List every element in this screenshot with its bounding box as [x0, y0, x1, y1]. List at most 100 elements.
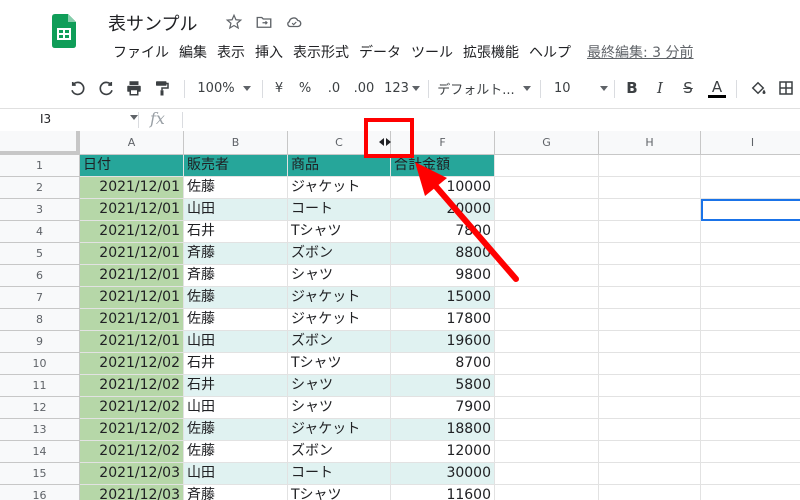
cell-empty[interactable] — [701, 177, 800, 199]
cell-empty[interactable] — [495, 155, 599, 177]
cell-seller[interactable]: 石井 — [184, 353, 288, 375]
row-header[interactable]: 12 — [0, 397, 80, 419]
name-box[interactable]: I3 — [40, 112, 51, 126]
row-header[interactable]: 2 — [0, 177, 80, 199]
redo-icon[interactable] — [94, 70, 118, 106]
cell-amount[interactable]: 15000 — [391, 287, 495, 309]
row-header[interactable]: 4 — [0, 221, 80, 243]
cell-date[interactable]: 2021/12/01 — [80, 243, 184, 265]
cell-date[interactable]: 2021/12/02 — [80, 441, 184, 463]
row-header[interactable]: 11 — [0, 375, 80, 397]
row-header[interactable]: 8 — [0, 309, 80, 331]
cell-empty[interactable] — [599, 485, 701, 500]
bold-button[interactable]: B — [622, 70, 642, 106]
cell-empty[interactable] — [599, 463, 701, 485]
selected-cell[interactable] — [701, 199, 800, 221]
cell-empty[interactable] — [599, 155, 701, 177]
cell-date[interactable]: 2021/12/02 — [80, 375, 184, 397]
menu-file[interactable]: ファイル — [108, 42, 174, 62]
menu-help[interactable]: ヘルプ — [524, 42, 576, 62]
cell-empty[interactable] — [599, 397, 701, 419]
row-header[interactable]: 13 — [0, 419, 80, 441]
zoom-select[interactable]: 100% — [192, 70, 256, 106]
cell-empty[interactable] — [495, 331, 599, 353]
cell-empty[interactable] — [599, 353, 701, 375]
font-size-select[interactable]: 10 — [548, 70, 608, 106]
cell-empty[interactable] — [701, 419, 800, 441]
cell-empty[interactable] — [495, 243, 599, 265]
cell-date[interactable]: 2021/12/01 — [80, 287, 184, 309]
text-color-button[interactable]: A — [706, 70, 728, 106]
cell-empty[interactable] — [701, 441, 800, 463]
cell-empty[interactable] — [495, 419, 599, 441]
cell-empty[interactable] — [701, 331, 800, 353]
cell-product[interactable]: ジャケット — [288, 287, 391, 309]
currency-format-button[interactable]: ¥ — [270, 70, 288, 106]
cell-product[interactable]: ジャケット — [288, 177, 391, 199]
cell-empty[interactable] — [701, 221, 800, 243]
cell-empty[interactable] — [495, 309, 599, 331]
cell-product[interactable]: コート — [288, 463, 391, 485]
document-title[interactable]: 表サンプル — [108, 10, 197, 36]
cell-amount[interactable]: 8700 — [391, 353, 495, 375]
cell-amount[interactable]: 5800 — [391, 375, 495, 397]
cell-date[interactable]: 日付 — [80, 155, 184, 177]
select-all-corner[interactable] — [0, 131, 80, 155]
row-header[interactable]: 3 — [0, 199, 80, 221]
column-header-b[interactable]: B — [184, 131, 288, 155]
more-formats-select[interactable]: 123 — [380, 70, 424, 106]
cell-seller[interactable]: 石井 — [184, 375, 288, 397]
cell-seller[interactable]: 斉藤 — [184, 243, 288, 265]
cell-seller[interactable]: 山田 — [184, 463, 288, 485]
sheets-logo-icon[interactable] — [52, 14, 76, 52]
fill-color-icon[interactable] — [746, 70, 770, 106]
cell-empty[interactable] — [701, 265, 800, 287]
cell-amount[interactable]: 10000 — [391, 177, 495, 199]
cell-empty[interactable] — [495, 397, 599, 419]
menu-tools[interactable]: ツール — [406, 42, 458, 62]
cell-empty[interactable] — [599, 419, 701, 441]
cell-product[interactable]: ズボン — [288, 331, 391, 353]
cell-empty[interactable] — [495, 221, 599, 243]
cell-empty[interactable] — [701, 353, 800, 375]
cell-empty[interactable] — [599, 265, 701, 287]
menu-extensions[interactable]: 拡張機能 — [458, 42, 524, 62]
cell-product[interactable]: シャツ — [288, 265, 391, 287]
cell-date[interactable]: 2021/12/01 — [80, 331, 184, 353]
cell-empty[interactable] — [495, 177, 599, 199]
cell-seller[interactable]: 販売者 — [184, 155, 288, 177]
move-to-folder-icon[interactable] — [254, 12, 274, 32]
row-header[interactable]: 15 — [0, 463, 80, 485]
decrease-decimal-button[interactable]: .0 — [322, 70, 346, 106]
cell-empty[interactable] — [599, 221, 701, 243]
cell-product[interactable]: シャツ — [288, 375, 391, 397]
spreadsheet-grid[interactable]: A B C F G H I 1 日付 販売者 商品 合計金額 2 2021/12/01 佐藤ジ… — [0, 131, 800, 500]
cell-amount[interactable]: 7900 — [391, 397, 495, 419]
menu-format[interactable]: 表示形式 — [288, 42, 354, 62]
cell-product[interactable]: Tシャツ — [288, 353, 391, 375]
strikethrough-button[interactable]: S — [678, 70, 698, 106]
cell-product[interactable]: シャツ — [288, 397, 391, 419]
row-header[interactable]: 9 — [0, 331, 80, 353]
star-icon[interactable] — [224, 12, 244, 32]
percent-format-button[interactable]: % — [296, 70, 314, 106]
cell-amount[interactable]: 11600 — [391, 485, 495, 500]
cell-empty[interactable] — [495, 199, 599, 221]
cell-amount[interactable]: 20000 — [391, 199, 495, 221]
cell-date[interactable]: 2021/12/02 — [80, 419, 184, 441]
cell-amount[interactable]: 9800 — [391, 265, 495, 287]
cell-product[interactable]: コート — [288, 199, 391, 221]
cell-amount[interactable]: 18800 — [391, 419, 495, 441]
cell-empty[interactable] — [701, 463, 800, 485]
row-header[interactable]: 5 — [0, 243, 80, 265]
cell-seller[interactable]: 石井 — [184, 221, 288, 243]
font-family-select[interactable]: デフォルト... — [436, 70, 532, 106]
row-header[interactable]: 14 — [0, 441, 80, 463]
cell-seller[interactable]: 斉藤 — [184, 485, 288, 500]
cell-empty[interactable] — [701, 485, 800, 500]
cell-empty[interactable] — [599, 441, 701, 463]
cell-date[interactable]: 2021/12/02 — [80, 397, 184, 419]
menu-data[interactable]: データ — [354, 42, 406, 62]
menu-edit[interactable]: 編集 — [174, 42, 212, 62]
cell-seller[interactable]: 山田 — [184, 397, 288, 419]
